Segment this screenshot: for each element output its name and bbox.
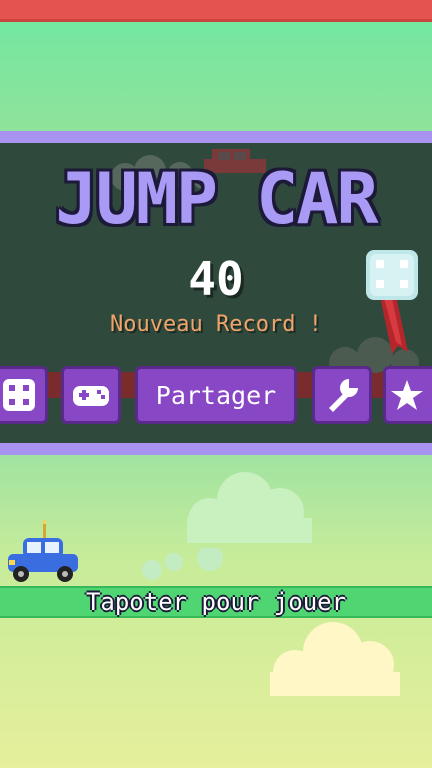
settings-button[interactable] bbox=[312, 366, 372, 424]
star-icon bbox=[391, 380, 423, 410]
panel-border-top bbox=[0, 131, 432, 143]
medal-ribbon-icon bbox=[366, 250, 418, 354]
dice-button[interactable] bbox=[0, 366, 48, 424]
dice-icon bbox=[3, 379, 35, 411]
game-title: JUMP CAR bbox=[55, 158, 378, 240]
exhaust-puffs bbox=[142, 548, 223, 580]
game-over-panel: JUMP CAR 40 Nouveau Record ! Partager bbox=[0, 143, 432, 443]
tap-to-play-text: Tapoter pour jouer bbox=[85, 588, 347, 616]
cloud bbox=[270, 622, 400, 696]
gamepad-icon bbox=[73, 386, 109, 406]
panel-border-bottom bbox=[0, 443, 432, 455]
gamepad-button[interactable] bbox=[61, 366, 121, 424]
wrench-icon bbox=[329, 379, 358, 412]
top-bar bbox=[0, 0, 432, 22]
share-button[interactable]: Partager bbox=[135, 366, 297, 424]
share-button-label: Partager bbox=[155, 380, 277, 410]
tap-to-play-bar[interactable]: Tapoter pour jouer bbox=[0, 586, 432, 618]
cloud bbox=[187, 472, 312, 543]
player-car bbox=[8, 520, 78, 582]
rate-button[interactable] bbox=[383, 366, 432, 424]
